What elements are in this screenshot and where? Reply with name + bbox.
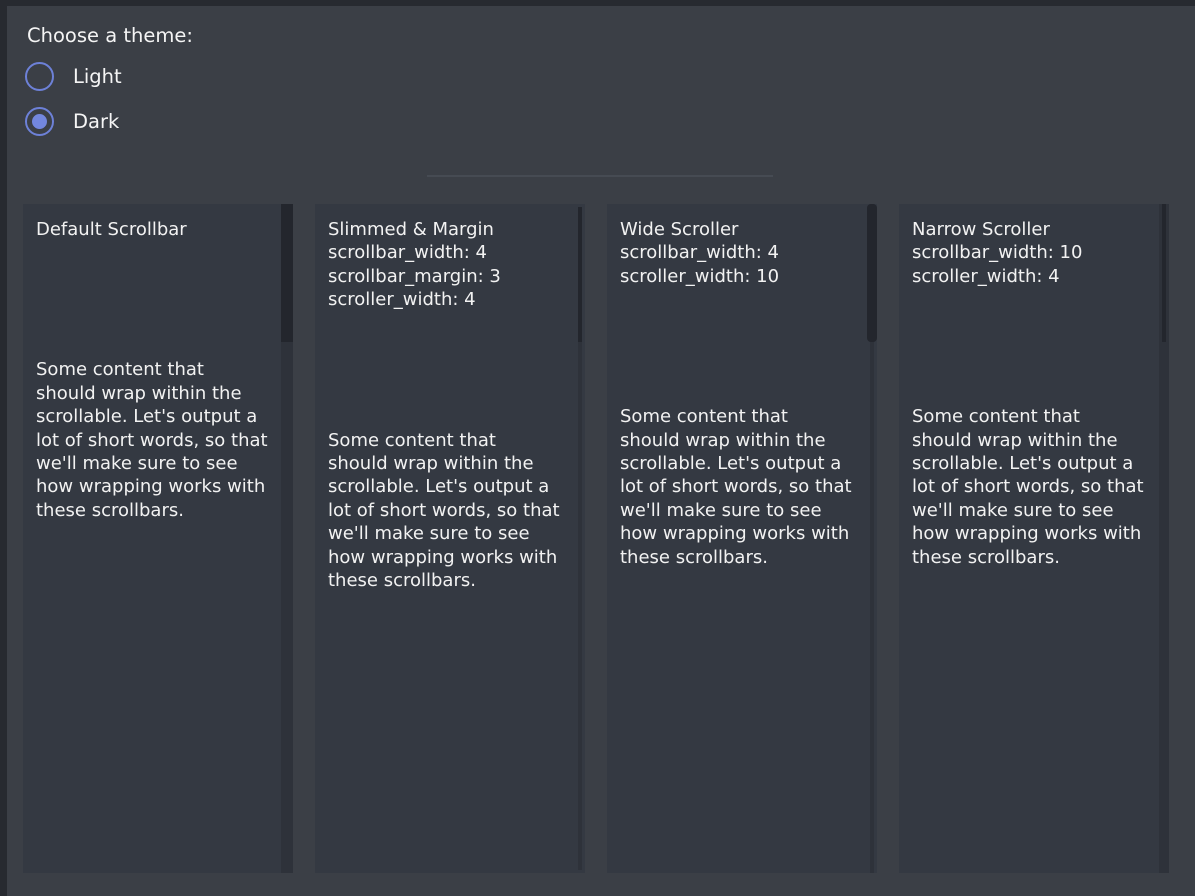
theme-chooser-title: Choose a theme: [27,24,193,47]
scrollbar-thumb[interactable] [1162,204,1166,342]
vertical-scrollbar[interactable] [578,207,582,870]
vertical-scrollbar[interactable] [281,204,293,873]
radio-dot [32,114,47,129]
panel-title: Default Scrollbar [36,218,269,241]
panel-content: Some content that should wrap within the… [328,429,561,593]
scrollbar-thumb[interactable] [578,207,582,342]
panel-content: Some content that should wrap within the… [620,405,853,569]
panel-params: scrollbar_width: 4 scroller_width: 10 [620,241,853,288]
radio-dot [32,69,47,84]
radio-label-dark[interactable]: Dark [73,110,119,133]
app-window: Choose a theme: Light Dark Default Scrol… [0,0,1195,896]
radio-button-dark-icon[interactable] [25,107,54,136]
panel-title: Wide Scroller [620,218,853,241]
vertical-scrollbar[interactable] [1159,204,1169,873]
panel-narrow-scroller[interactable]: Narrow Scroller scrollbar_width: 10 scro… [899,204,1169,873]
panel-content: Some content that should wrap within the… [912,405,1145,569]
panel-wide-scroller[interactable]: Wide Scroller scrollbar_width: 4 scrolle… [607,204,877,873]
radio-option-light[interactable]: Light [25,61,122,91]
panel-params: scrollbar_width: 4 scrollbar_margin: 3 s… [328,241,561,311]
radio-option-dark[interactable]: Dark [25,106,119,136]
panel-slimmed-margin[interactable]: Slimmed & Margin scrollbar_width: 4 scro… [315,204,585,873]
scrollbar-thumb[interactable] [867,204,877,342]
scrollbar-demo-columns: Default Scrollbar Some content that shou… [23,204,1169,873]
panel-title: Narrow Scroller [912,218,1145,241]
radio-label-light[interactable]: Light [73,65,122,88]
scrollbar-thumb[interactable] [281,204,293,342]
panel-title: Slimmed & Margin [328,218,561,241]
vertical-scrollbar[interactable] [867,204,877,873]
horizontal-rule [427,175,773,177]
radio-button-light-icon[interactable] [25,62,54,91]
panel-params: scrollbar_width: 10 scroller_width: 4 [912,241,1145,288]
panel-default-scrollbar[interactable]: Default Scrollbar Some content that shou… [23,204,293,873]
panel-content: Some content that should wrap within the… [36,358,269,522]
